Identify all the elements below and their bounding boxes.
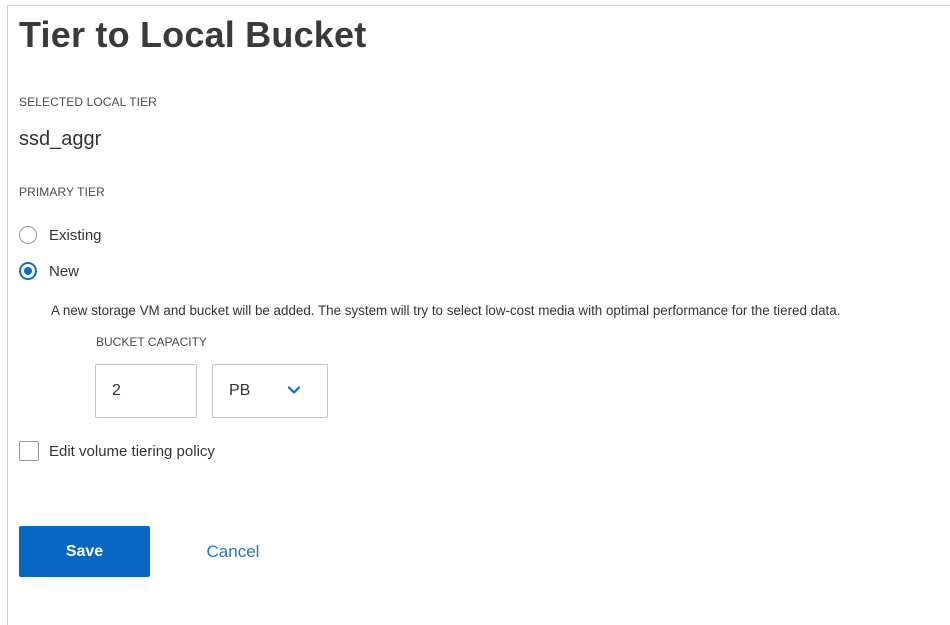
capacity-unit-value: PB — [229, 382, 251, 399]
edit-tiering-policy-label: Edit volume tiering policy — [49, 442, 215, 460]
radio-existing[interactable]: Existing — [19, 223, 102, 247]
new-tier-help-text: A new storage VM and bucket will be adde… — [51, 303, 841, 318]
radio-new-circle[interactable] — [19, 262, 37, 280]
chevron-down-icon — [287, 386, 301, 394]
edit-tiering-policy-checkbox[interactable] — [19, 441, 39, 461]
edit-tiering-policy-checkbox-row[interactable]: Edit volume tiering policy — [19, 439, 215, 463]
save-button[interactable]: Save — [19, 526, 150, 577]
radio-existing-circle[interactable] — [19, 226, 37, 244]
page-title: Tier to Local Bucket — [19, 14, 367, 55]
radio-new[interactable]: New — [19, 259, 79, 283]
selected-local-tier-label: SELECTED LOCAL TIER — [19, 95, 157, 109]
bucket-capacity-input[interactable] — [95, 364, 197, 418]
capacity-unit-select[interactable]: PB — [212, 364, 328, 418]
radio-new-label: New — [49, 262, 80, 280]
bucket-capacity-label: BUCKET CAPACITY — [96, 335, 207, 349]
radio-existing-label: Existing — [49, 226, 102, 244]
primary-tier-label: PRIMARY TIER — [19, 185, 105, 199]
selected-local-tier-value: ssd_aggr — [19, 128, 102, 150]
cancel-button[interactable]: Cancel — [192, 526, 274, 577]
